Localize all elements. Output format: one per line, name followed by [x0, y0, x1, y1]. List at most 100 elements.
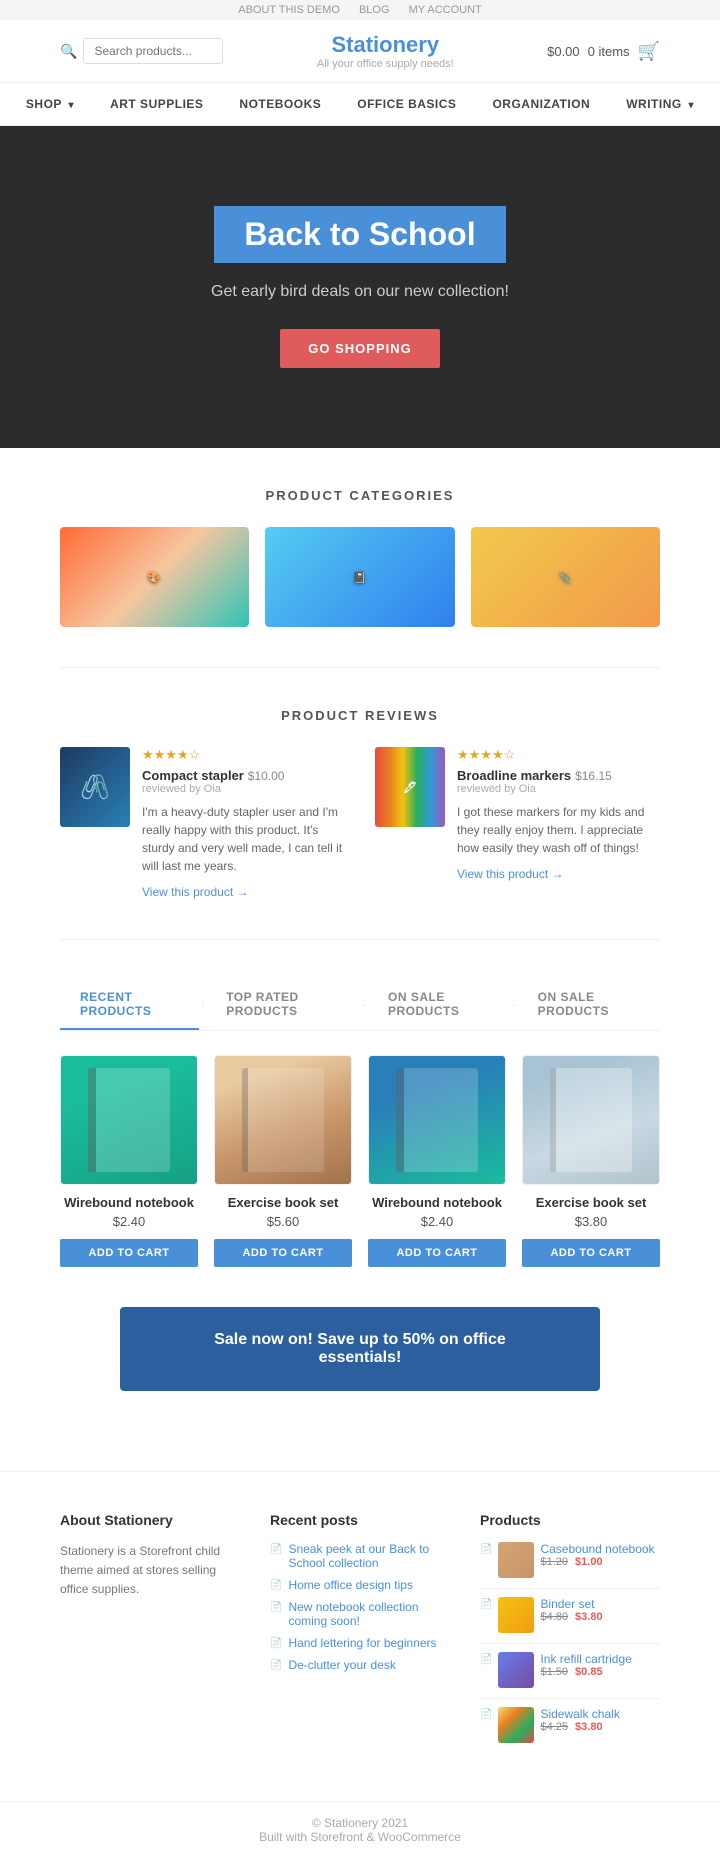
product-name-0: Wirebound notebook	[60, 1195, 198, 1210]
nav-item-org: ORGANIZATION	[474, 83, 608, 125]
product-visual-slate	[523, 1055, 659, 1185]
sale-banner: Sale now on! Save up to 50% on office es…	[120, 1307, 600, 1391]
post-link-2[interactable]: New notebook collection coming soon!	[288, 1600, 450, 1628]
categories-grid: 🎨 📓 📎	[60, 527, 660, 627]
woocommerce-link[interactable]: Built with Storefront & WooCommerce	[259, 1830, 461, 1844]
category-card-office[interactable]: 📎	[471, 527, 660, 627]
review-link-1[interactable]: View this product →	[142, 885, 249, 899]
list-item: De-clutter your desk	[270, 1658, 450, 1672]
hero-subtitle: Get early bird deals on our new collecti…	[40, 283, 680, 301]
tab-separator-3: ·	[510, 980, 517, 1030]
top-bar: ABOUT THIS DEMO BLOG MY ACCOUNT	[0, 0, 720, 20]
review-text-1: I'm a heavy-duty stapler user and I'm re…	[142, 803, 345, 875]
product-thumb-ink	[498, 1652, 534, 1688]
site-title[interactable]: Stationery	[331, 32, 439, 57]
product-reviews-section: PRODUCT REVIEWS 🖇️ ★★★★☆ Compact stapler…	[0, 668, 720, 939]
cart-items: 0 items	[588, 44, 630, 59]
go-shopping-button[interactable]: GO SHOPPING	[280, 329, 439, 368]
product-price-3: $3.80	[522, 1214, 660, 1229]
product-image-3	[522, 1055, 660, 1185]
post-link-0[interactable]: Sneak peek at our Back to School collect…	[288, 1542, 450, 1570]
product-image-0	[60, 1055, 198, 1185]
review-product-image-1: 🖇️	[60, 747, 130, 827]
footer-about-text: Stationery is a Storefront child theme a…	[60, 1542, 240, 1600]
old-price-0: $1.20	[540, 1556, 568, 1568]
footer-about-title: About Stationery	[60, 1512, 240, 1528]
old-price-3: $4.25	[540, 1721, 568, 1733]
product-name-1: Exercise book set	[214, 1195, 352, 1210]
nav-link-shop[interactable]: SHOP ▾	[8, 83, 92, 125]
product-card-2: Wirebound notebook $2.40 ADD TO CART	[368, 1055, 506, 1267]
add-to-cart-button-1[interactable]: ADD TO CART	[214, 1239, 352, 1267]
tab-on-sale-2[interactable]: ON SALE PRODUCTS	[518, 980, 660, 1030]
footer-product-link-3[interactable]: Sidewalk chalk	[540, 1707, 660, 1721]
list-item: Hand lettering for beginners	[270, 1636, 450, 1650]
post-link-3[interactable]: Hand lettering for beginners	[288, 1636, 436, 1650]
product-image-1	[214, 1055, 352, 1185]
nav-link-office[interactable]: OFFICE BASICS	[339, 83, 474, 125]
category-notebooks-label: 📓	[353, 571, 368, 584]
search-wrap: 🔍	[60, 38, 223, 64]
post-link-4[interactable]: De-clutter your desk	[288, 1658, 395, 1672]
nav-link-org[interactable]: ORGANIZATION	[474, 83, 608, 125]
new-price-1: $3.80	[575, 1611, 603, 1623]
review-link-2[interactable]: View this product →	[457, 867, 564, 881]
products-tabs: RECENT PRODUCTS · TOP RATED PRODUCTS · O…	[60, 980, 660, 1031]
sale-banner-wrapper: Sale now on! Save up to 50% on office es…	[0, 1307, 720, 1431]
footer-products: Products Casebound notebook $1.20 $1.00 …	[480, 1512, 660, 1761]
site-nav: SHOP ▾ ART SUPPLIES NOTEBOOKS OFFICE BAS…	[0, 83, 720, 126]
post-link-1[interactable]: Home office design tips	[288, 1578, 413, 1592]
product-card-0: Wirebound notebook $2.40 ADD TO CART	[60, 1055, 198, 1267]
tab-on-sale-1[interactable]: ON SALE PRODUCTS	[368, 980, 510, 1030]
nav-link-art[interactable]: ART SUPPLIES	[92, 83, 221, 125]
product-price-0: $2.40	[60, 1214, 198, 1229]
footer-product-info-3: Sidewalk chalk $4.25 $3.80	[540, 1707, 660, 1733]
review-product-name-2: Broadline markers $16.15	[457, 767, 660, 783]
footer-product-link-2[interactable]: Ink refill cartridge	[540, 1652, 660, 1666]
product-image-2	[368, 1055, 506, 1185]
footer-product-link-1[interactable]: Binder set	[540, 1597, 660, 1611]
search-input[interactable]	[83, 38, 223, 64]
nav-link-writing[interactable]: WRITING ▾	[608, 83, 712, 125]
add-to-cart-button-0[interactable]: ADD TO CART	[60, 1239, 198, 1267]
hero-title: Back to School	[244, 216, 475, 253]
nav-item-notebooks: NOTEBOOKS	[221, 83, 339, 125]
site-branding: Stationery All your office supply needs!	[317, 32, 454, 70]
add-to-cart-button-2[interactable]: ADD TO CART	[368, 1239, 506, 1267]
bottom-footer: © Stationery 2021 Built with Storefront …	[0, 1801, 720, 1858]
reviews-grid: 🖇️ ★★★★☆ Compact stapler $10.00 reviewed…	[60, 747, 660, 899]
footer-product-link-0[interactable]: Casebound notebook	[540, 1542, 660, 1556]
topbar-blog[interactable]: BLOG	[359, 4, 390, 16]
product-reviews-title: PRODUCT REVIEWS	[60, 708, 660, 723]
list-item: Home office design tips	[270, 1578, 450, 1592]
review-body-1: ★★★★☆ Compact stapler $10.00 reviewed by…	[142, 747, 345, 899]
category-card-art[interactable]: 🎨	[60, 527, 249, 627]
review-body-2: ★★★★☆ Broadline markers $16.15 reviewed …	[457, 747, 660, 899]
tab-top-rated[interactable]: TOP RATED PRODUCTS	[206, 980, 360, 1030]
footer-product-prices-2: $1.50 $0.85	[540, 1666, 660, 1678]
sale-banner-text: Sale now on! Save up to 50% on office es…	[214, 1331, 506, 1366]
category-office-label: 📎	[558, 571, 573, 584]
nav-link-notebooks[interactable]: NOTEBOOKS	[221, 83, 339, 125]
tab-recent-products[interactable]: RECENT PRODUCTS	[60, 980, 199, 1030]
footer-product-prices-0: $1.20 $1.00	[540, 1556, 660, 1568]
review-author-2: reviewed by Oia	[457, 783, 660, 795]
footer-about: About Stationery Stationery is a Storefr…	[60, 1512, 240, 1761]
footer-product-prices-1: $4.80 $3.80	[540, 1611, 660, 1623]
cart-amount: $0.00	[547, 44, 580, 59]
product-name-3: Exercise book set	[522, 1195, 660, 1210]
product-categories-section: PRODUCT CATEGORIES 🎨 📓 📎	[0, 448, 720, 667]
category-art-image: 🎨	[60, 527, 249, 627]
topbar-account[interactable]: MY ACCOUNT	[409, 4, 482, 16]
review-stars-1: ★★★★☆	[142, 747, 345, 763]
list-item: Binder set $4.80 $3.80	[480, 1597, 660, 1644]
review-card-2: 🖊 ★★★★☆ Broadline markers $16.15 reviewe…	[375, 747, 660, 899]
add-to-cart-button-3[interactable]: ADD TO CART	[522, 1239, 660, 1267]
product-price-2: $2.40	[368, 1214, 506, 1229]
site-header: 🔍 Stationery All your office supply need…	[0, 20, 720, 83]
cart-button[interactable]: 🛒	[638, 41, 660, 62]
category-card-notebooks[interactable]: 📓	[265, 527, 454, 627]
topbar-about[interactable]: ABOUT THIS DEMO	[238, 4, 340, 16]
chevron-down-icon: ▾	[689, 100, 695, 111]
site-tagline: All your office supply needs!	[317, 58, 454, 70]
